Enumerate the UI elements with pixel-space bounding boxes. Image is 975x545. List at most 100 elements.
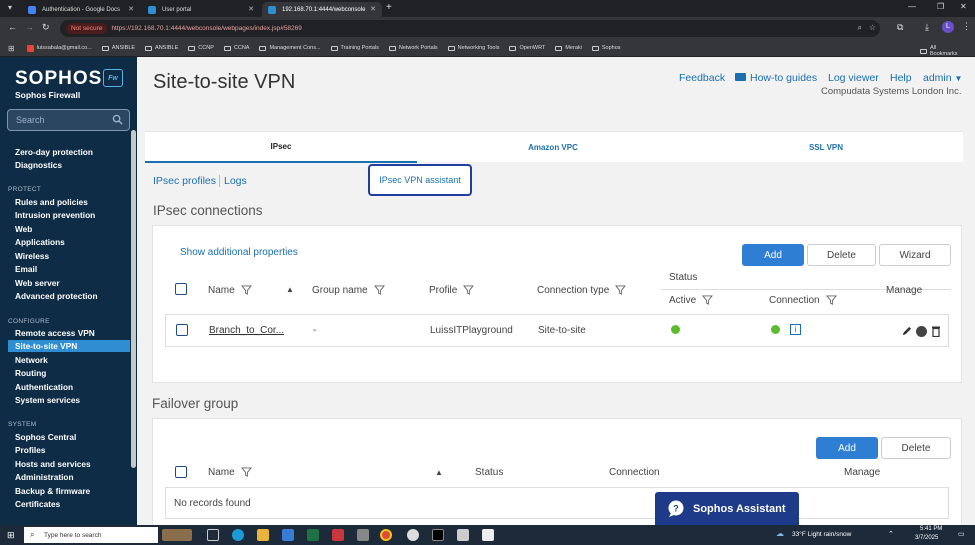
failover-add-button[interactable]: Add [816, 437, 878, 459]
bookmark-item[interactable]: Sophos [591, 45, 621, 51]
not-secure-badge[interactable]: Not secure [66, 23, 108, 34]
url-bar[interactable]: Not secure https://192.168.70.1:4444/web… [60, 20, 880, 37]
connection-type-column-header[interactable]: Connection type [537, 285, 627, 296]
tab-list-icon[interactable]: ▾ [8, 3, 12, 12]
row-checkbox[interactable] [176, 324, 188, 336]
close-icon[interactable]: ✕ [128, 5, 134, 13]
new-tab-icon[interactable]: + [386, 2, 392, 13]
bookmark-item[interactable]: OpenWRT [509, 45, 545, 51]
toggle-icon[interactable] [916, 326, 927, 337]
notification-icon[interactable]: ▭ [958, 530, 965, 538]
close-window-icon[interactable]: ✕ [960, 2, 967, 11]
menu-icon[interactable]: ⋮ [962, 21, 971, 32]
app-icon[interactable] [332, 529, 344, 541]
sidebar-item-wireless[interactable]: Wireless [15, 251, 49, 261]
bookmark-item[interactable]: ANSIBLE [145, 45, 178, 51]
tab-ssl-vpn[interactable]: SSL VPN [689, 132, 963, 163]
back-icon[interactable]: ← [8, 22, 17, 32]
star-icon[interactable]: ☆ [869, 23, 876, 32]
profile-avatar[interactable]: L [942, 21, 954, 33]
forward-icon[interactable]: → [25, 22, 34, 32]
sidebar-item-diagnostics[interactable]: Diagnostics [15, 160, 62, 170]
tab-ipsec[interactable]: IPsec [145, 132, 417, 163]
bookmark-item[interactable]: Meraki [555, 45, 582, 51]
filter-icon[interactable] [463, 285, 475, 296]
add-button[interactable]: Add [742, 244, 804, 266]
weather-text[interactable]: 33°F Light rain/snow [792, 531, 851, 538]
sidebar-item-applications[interactable]: Applications [15, 237, 65, 247]
bookmark-item[interactable]: luissabala@gmail.co... [26, 44, 92, 52]
all-bookmarks[interactable]: All Bookmarks [920, 45, 965, 57]
filter-icon[interactable] [240, 467, 252, 478]
failover-delete-button[interactable]: Delete [881, 437, 951, 459]
sidebar-item-web-server[interactable]: Web server [15, 278, 60, 288]
sidebar-item-network[interactable]: Network [15, 355, 48, 365]
sidebar-item-sophos-central[interactable]: Sophos Central [15, 432, 76, 442]
logs-link[interactable]: Logs [224, 175, 247, 187]
bookmark-item[interactable]: Training Portals [330, 45, 379, 51]
edit-icon[interactable] [901, 326, 912, 337]
active-column-header[interactable]: Active [669, 295, 714, 306]
sort-asc-icon[interactable]: ▲ [286, 285, 294, 294]
app-icon[interactable] [407, 529, 419, 541]
sidebar-item-web[interactable]: Web [15, 224, 32, 234]
store-icon[interactable] [282, 529, 294, 541]
sidebar-item-certificates[interactable]: Certificates [15, 499, 60, 509]
group-name-column-header[interactable]: Group name [312, 285, 385, 296]
sidebar-item-system-services[interactable]: System services [15, 395, 80, 405]
apps-grid-icon[interactable]: ⊞ [8, 44, 15, 53]
failover-name-column-header[interactable]: Name [208, 467, 252, 478]
edge-icon[interactable] [232, 529, 244, 541]
how-to-guides-link[interactable]: How-to guides [750, 72, 817, 84]
sidebar-search-input[interactable]: Search [7, 109, 130, 131]
zoom-icon[interactable]: ⌕ [858, 23, 862, 33]
log-viewer-link[interactable]: Log viewer [828, 72, 879, 84]
name-column-header[interactable]: Name [208, 285, 252, 296]
profile-column-header[interactable]: Profile [429, 285, 475, 296]
settings-icon[interactable] [357, 529, 369, 541]
info-icon[interactable]: i [790, 324, 801, 335]
help-link[interactable]: Help [890, 72, 912, 84]
active-status-dot[interactable] [671, 325, 680, 334]
task-view-icon[interactable] [207, 529, 219, 541]
close-icon[interactable]: ✕ [370, 5, 376, 13]
sidebar-item-profiles[interactable]: Profiles [15, 445, 45, 455]
sidebar-scrollbar[interactable] [131, 130, 136, 468]
sort-asc-icon[interactable]: ▲ [435, 468, 443, 477]
bookmark-item[interactable]: CCNA [223, 45, 249, 51]
ipsec-vpn-assistant-button[interactable]: IPsec VPN assistant [368, 164, 472, 196]
app-icon[interactable] [457, 529, 469, 541]
sidebar-item-intrusion-prevention[interactable]: Intrusion prevention [15, 210, 95, 220]
sidebar-item-administration[interactable]: Administration [15, 472, 74, 482]
sidebar-item-remote-access-vpn[interactable]: Remote access VPN [15, 328, 95, 338]
windows-start-icon[interactable]: ⊞ [7, 530, 15, 541]
wizard-button[interactable]: Wizard [879, 244, 951, 266]
bookmark-item[interactable]: Networking Tools [447, 45, 499, 51]
download-icon[interactable]: ⤓ [925, 22, 929, 33]
file-explorer-icon[interactable] [257, 529, 269, 541]
minimize-icon[interactable]: — [908, 2, 916, 11]
sidebar-item-site-to-site-vpn[interactable]: Site-to-site VPN [8, 340, 130, 352]
filter-icon[interactable] [615, 285, 627, 296]
sidebar-item-advanced-protection[interactable]: Advanced protection [15, 291, 98, 301]
filter-icon[interactable] [373, 285, 385, 296]
maximize-icon[interactable]: ❐ [937, 2, 944, 11]
admin-menu[interactable]: admin ▼ [923, 72, 962, 84]
browser-tab-user-portal[interactable]: User portal ✕ [142, 2, 260, 17]
search-icon[interactable] [112, 114, 123, 125]
ipsec-profiles-link[interactable]: IPsec profiles [153, 175, 216, 187]
sidebar-item-backup-firmware[interactable]: Backup & firmware [15, 486, 90, 496]
trash-icon[interactable] [931, 325, 941, 337]
notepad-icon[interactable] [482, 529, 494, 541]
filter-icon[interactable] [240, 285, 252, 296]
excel-icon[interactable] [307, 529, 319, 541]
connection-column-header[interactable]: Connection [769, 295, 837, 306]
sidebar-item-hosts-and-services[interactable]: Hosts and services [15, 459, 91, 469]
delete-button[interactable]: Delete [807, 244, 876, 266]
filter-icon[interactable] [825, 295, 837, 306]
taskbar-search-input[interactable]: ⌕ Type here to search [24, 527, 158, 543]
bookmark-item[interactable]: Network Portals [388, 45, 438, 51]
reload-icon[interactable]: ↻ [42, 22, 50, 33]
feedback-link[interactable]: Feedback [679, 72, 725, 84]
sidebar-item-email[interactable]: Email [15, 264, 37, 274]
